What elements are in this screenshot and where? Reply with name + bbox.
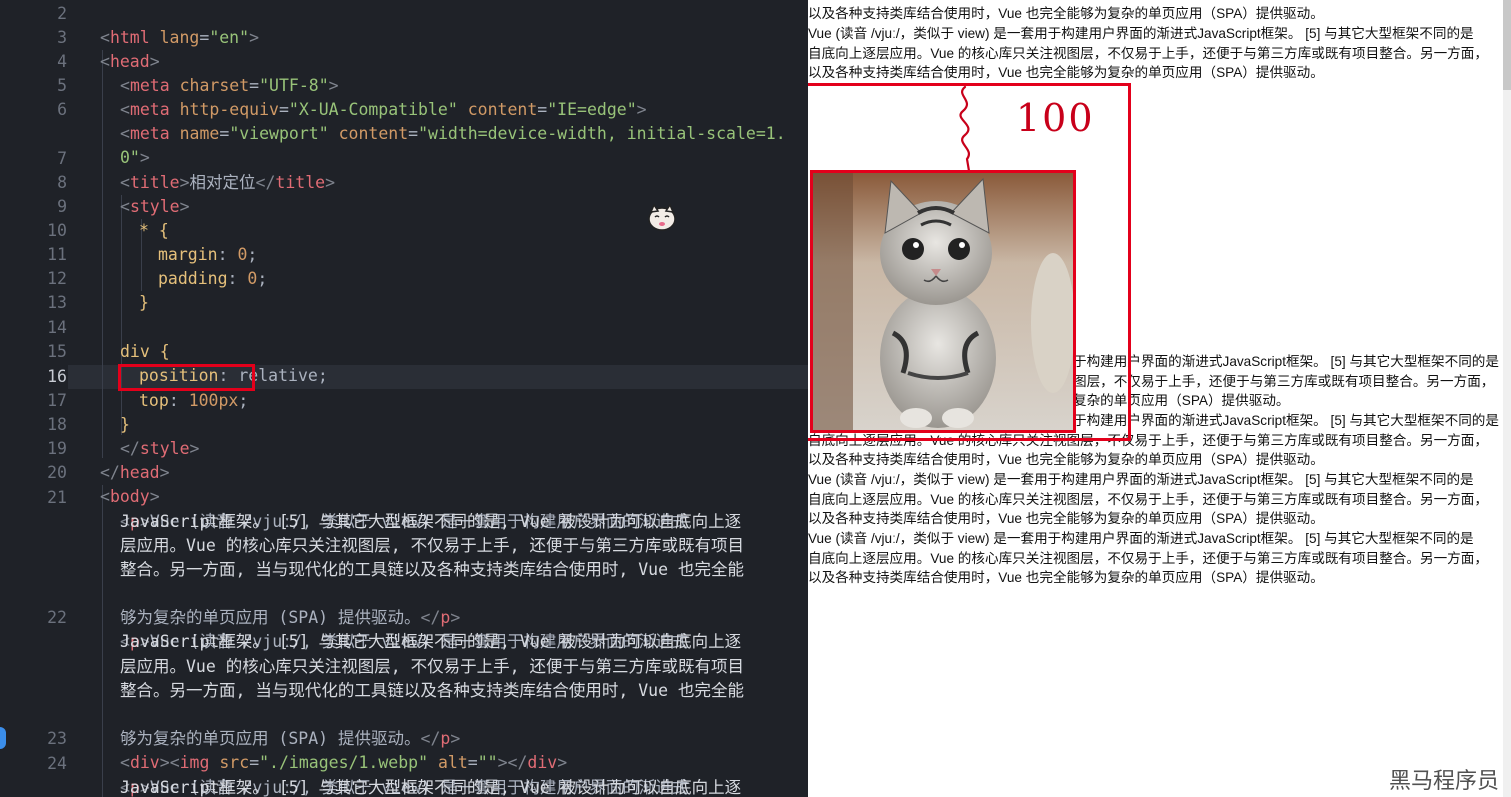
code-line-10: margin: 0;	[158, 245, 258, 264]
browser-preview[interactable]: 以及各种支持类库结合使用时，Vue 也完全能够为复杂的单页应用（SPA）提供驱动…	[808, 0, 1511, 797]
code-line-12: }	[139, 293, 149, 312]
preview-text-line: 以及各种支持类库结合使用时，Vue 也完全能够为复杂的单页应用（SPA）提供驱动…	[808, 65, 1324, 80]
code-wrap-text: 整合。另一方面, 当与现代化的工具链以及各种支持类库结合使用时, Vue 也完全…	[120, 681, 744, 700]
code-line-19: </head>	[100, 463, 170, 482]
scrollbar[interactable]	[1503, 0, 1511, 797]
code-wrap-text: JavaScript框架。 [5] 与其它大型框架不同的是, Vue 被设计为可…	[120, 632, 742, 651]
preview-text-line: Vue (读音 /vjuː/，类似于 view) 是一套用于构建用户界面的渐进式…	[808, 26, 1474, 41]
code-line-18: </style>	[120, 439, 200, 458]
preview-text-line: Vue (读音 /vjuː/，类似于 view) 是一套用于构建用户界面的渐进式…	[808, 472, 1474, 487]
code-line-22: <p>Vue (读音 /vjuː/, 类似于 view) 是一套用于构建用户界面…	[120, 632, 689, 651]
preview-text-line: Vue (读音 /vjuː/，类似于 view) 是一套用于构建用户界面的渐进式…	[808, 531, 1474, 546]
code-wrap-text: JavaScript框架。 [5] 与其它大型框架不同的是, Vue 被设计为可…	[120, 512, 742, 531]
preview-text-line: 以及各种支持类库结合使用时，Vue 也完全能够为复杂的单页应用（SPA）提供驱动…	[808, 6, 1324, 21]
code-line-9: * {	[139, 221, 169, 240]
code-wrap-text: 层应用。Vue 的核心库只关注视图层, 不仅易于上手, 还便于与第三方库或既有项…	[120, 536, 744, 555]
code-wrap-text: 层应用。Vue 的核心库只关注视图层, 不仅易于上手, 还便于与第三方库或既有项…	[120, 657, 744, 676]
code-line-20: <body>	[100, 487, 160, 506]
code-line-24: <p>Vue (读音 /vjuː/, 类似于 view) 是一套用于构建用户界面…	[120, 778, 689, 797]
code-line-6-wrap: 0">	[120, 148, 150, 167]
preview-text-line: 自底向上逐层应用。Vue 的核心库只关注视图层，不仅易于上手，还便于与第三方库或…	[808, 551, 1488, 566]
preview-text-line: 于构建用户界面的渐进式JavaScript框架。 [5] 与其它大型框架不同的是	[1073, 354, 1499, 369]
code-line-2: <html lang="en">	[100, 28, 259, 47]
cat-image	[810, 170, 1076, 433]
cat-face-sticker-icon	[648, 203, 676, 231]
code-line-7: <title>相对定位</title>	[120, 173, 336, 192]
annotation-highlight-box	[118, 364, 255, 391]
squiggle-arrow-icon	[959, 85, 971, 173]
code-line-3: <head>	[100, 52, 160, 71]
code-wrap-text: 整合。另一方面, 当与现代化的工具链以及各种支持类库结合使用时, Vue 也完全…	[120, 560, 744, 579]
code-line-15: position: relative;	[139, 366, 328, 385]
code-line-11: padding: 0;	[158, 269, 268, 288]
code-line-8: <style>	[120, 197, 190, 216]
preview-text-line: 以及各种支持类库结合使用时，Vue 也完全能够为复杂的单页应用（SPA）提供驱动…	[808, 452, 1324, 467]
code-line-21-end: 够为复杂的单页应用 (SPA) 提供驱动。</p>	[120, 608, 461, 627]
code-line-6: <meta name="viewport" content="width=dev…	[120, 124, 786, 143]
preview-text-line: 于构建用户界面的渐进式JavaScript框架。 [5] 与其它大型框架不同的是	[1073, 413, 1499, 428]
scrollbar-thumb[interactable]	[1503, 0, 1511, 90]
code-line-23: <div><img src="./images/1.webp" alt=""><…	[120, 753, 568, 772]
preview-text-line: 以及各种支持类库结合使用时，Vue 也完全能够为复杂的单页应用（SPA）提供驱动…	[808, 511, 1324, 526]
code-line-22-end: 够为复杂的单页应用 (SPA) 提供驱动。</p>	[120, 729, 461, 748]
watermark: 黑马程序员	[1388, 769, 1499, 794]
code-wrap-text: JavaScript框架。 [5] 与其它大型框架不同的是, Vue 被设计为可…	[120, 778, 742, 797]
code-line-17: }	[120, 415, 130, 434]
code-line-5: <meta http-equiv="X-UA-Compatible" conte…	[120, 100, 647, 119]
code-line-14: div {	[120, 342, 170, 361]
preview-text-line: 以及各种支持类库结合使用时，Vue 也完全能够为复杂的单页应用（SPA）提供驱动…	[808, 570, 1324, 585]
code-editor[interactable]: 2 3 4 5 6 7 8 9 10 11 12 13 14 15 16 17 …	[0, 0, 808, 797]
preview-text-line: 自底向上逐层应用。Vue 的核心库只关注视图层，不仅易于上手，还便于与第三方库或…	[808, 492, 1488, 507]
code-line-4: <meta charset="UTF-8">	[120, 76, 339, 95]
code-line-21: <p>Vue (读音 /vjuː/, 类似于 view) 是一套用于构建用户界面…	[120, 512, 689, 531]
preview-text-line: 图层，不仅易于上手，还便于与第三方库或既有项目整合。另一方面，	[1073, 374, 1495, 389]
annotation-label: 100	[1016, 96, 1095, 140]
preview-text-line: 自底向上逐层应用。Vue 的核心库只关注视图层，不仅易于上手，还便于与第三方库或…	[808, 46, 1488, 61]
cat-photo-icon	[813, 173, 1073, 430]
